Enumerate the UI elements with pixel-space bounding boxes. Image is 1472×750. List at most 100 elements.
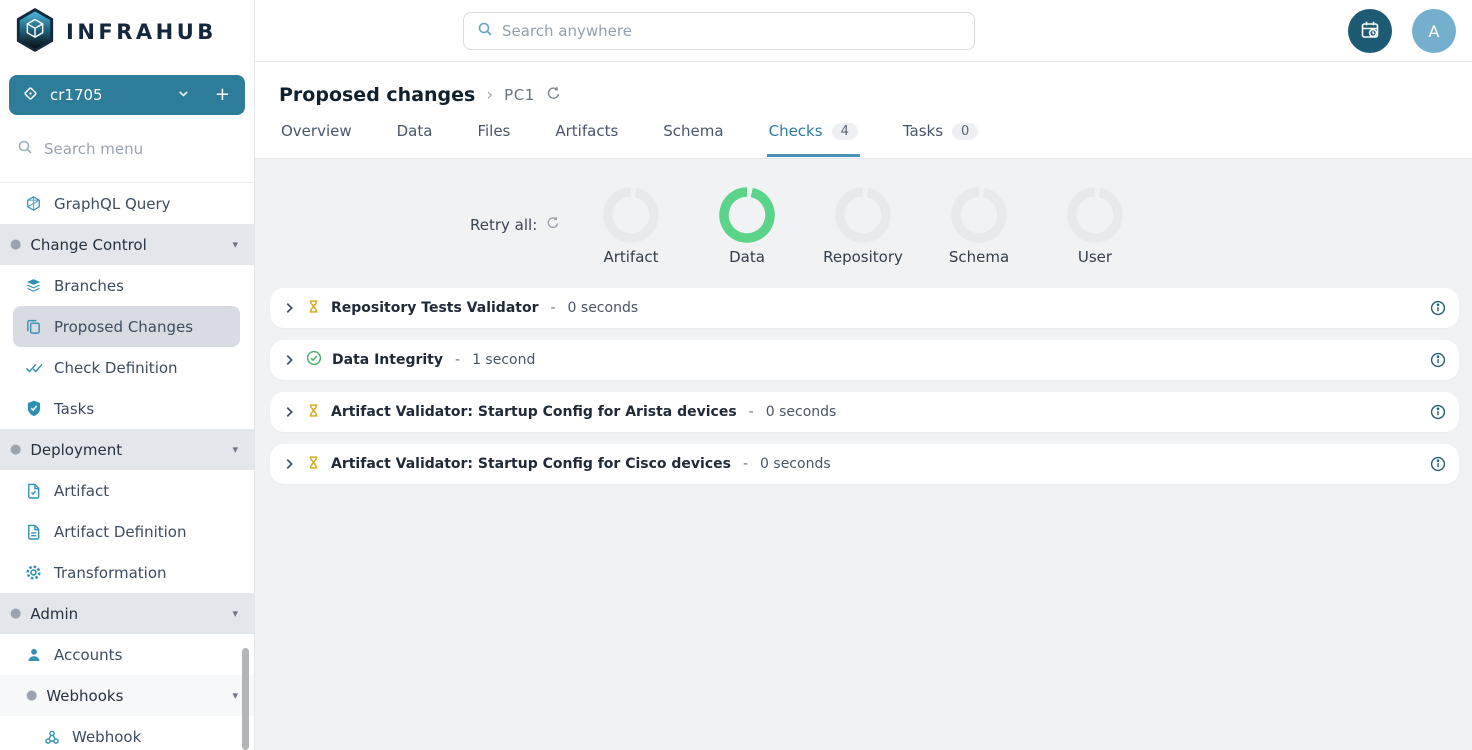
chevron-right-icon: › [486,85,493,105]
validator-duration: 0 seconds [568,300,639,316]
validator-title: Repository Tests Validator [331,300,538,316]
validator-row: Artifact Validator: Startup Config for A… [270,392,1459,432]
info-icon[interactable] [1430,352,1446,368]
separator: - [548,300,557,316]
search-icon [477,21,493,41]
sidebar-item-label: GraphQL Query [54,195,171,213]
validator-list: Repository Tests Validator - 0 seconds [270,288,1459,484]
chevron-down-icon: ▾ [232,443,238,456]
app-name: INFRAHUB [66,20,217,44]
hourglass-icon [306,403,321,422]
sidebar-item-artifact-definition[interactable]: Artifact Definition [0,511,254,552]
sidebar-item-label: Branches [54,277,124,295]
branch-selector[interactable]: cr1705 + [9,75,245,115]
sidebar-item-artifact[interactable]: Artifact [0,470,254,511]
chevron-down-icon[interactable] [177,87,190,103]
gear-icon [24,564,43,581]
validator-row: Repository Tests Validator - 0 seconds [270,288,1459,328]
refresh-icon[interactable] [546,216,560,234]
refresh-icon[interactable] [546,86,561,105]
validator-title: Data Integrity [332,352,443,368]
info-icon[interactable] [1430,404,1446,420]
sidebar-section-admin[interactable]: ● Admin ▾ [0,593,254,634]
category-artifact[interactable]: Artifact [573,187,689,266]
info-icon[interactable] [1430,300,1446,316]
infrahub-logo-icon [14,7,56,57]
avatar[interactable]: A [1412,9,1456,53]
category-repository[interactable]: Repository [805,187,921,266]
schedule-button[interactable] [1348,9,1392,53]
app-logo[interactable]: INFRAHUB [0,0,254,64]
bullet-icon: ● [26,688,37,703]
expand-chevron-icon[interactable] [282,457,296,471]
sidebar-search[interactable]: Search menu [0,115,254,183]
sidebar-item-label: Artifact [54,482,109,500]
category-data[interactable]: Data [689,187,805,266]
category-schema[interactable]: Schema [921,187,1037,266]
sidebar-item-label: Tasks [54,400,94,418]
sidebar: INFRAHUB cr1705 + Search menu [0,0,255,750]
info-icon[interactable] [1430,456,1446,472]
sidebar-item-proposed-changes[interactable]: Proposed Changes [13,306,240,347]
validator-title: Artifact Validator: Startup Config for C… [331,456,731,472]
sidebar-section-deployment[interactable]: ● Deployment ▾ [0,429,254,470]
global-search-input[interactable] [502,22,961,40]
tab-artifacts[interactable]: Artifacts [553,116,620,157]
tab-tasks[interactable]: Tasks 0 [901,116,980,157]
sidebar-item-tasks[interactable]: Tasks [0,388,254,429]
sidebar-search-placeholder: Search menu [44,140,143,158]
sidebar-item-transformation[interactable]: Transformation [0,552,254,593]
chevron-down-icon: ▾ [232,238,238,251]
sidebar-item-webhook[interactable]: Webhook [0,716,254,750]
sidebar-section-change-control[interactable]: ● Change Control ▾ [0,224,254,265]
chevron-down-icon: ▾ [232,689,238,702]
bullet-icon: ● [10,442,21,457]
add-branch-button[interactable]: + [201,86,232,104]
hourglass-icon [306,299,321,318]
category-label: Artifact [603,248,658,266]
sidebar-item-branches[interactable]: Branches [0,265,254,306]
validator-duration: 1 second [472,352,535,368]
category-label: Repository [823,248,903,266]
sidebar-item-accounts[interactable]: Accounts [0,634,254,675]
bullet-icon: ● [10,606,21,621]
sidebar-scrollbar[interactable] [242,648,249,750]
search-icon [17,139,33,159]
global-search[interactable] [463,12,975,50]
sidebar-section-label: Change Control [30,236,146,254]
branch-icon [22,85,39,106]
retry-all-label: Retry all: [470,216,537,234]
hourglass-icon [306,455,321,474]
tab-overview[interactable]: Overview [279,116,354,157]
validator-row: Data Integrity - 1 second [270,340,1459,380]
category-label: User [1078,248,1112,266]
expand-chevron-icon[interactable] [282,405,296,419]
checks-summary: Retry all: Artifact Data [255,187,1472,267]
tab-schema[interactable]: Schema [661,116,725,157]
topbar: A [255,0,1472,62]
expand-chevron-icon[interactable] [282,301,296,315]
sidebar-item-check-definition[interactable]: Check Definition [0,347,254,388]
separator: - [741,456,750,472]
tab-checks[interactable]: Checks 4 [767,116,860,157]
sidebar-item-label: Transformation [54,564,167,582]
graphql-icon [24,195,43,212]
sidebar-item-label: Artifact Definition [54,523,186,541]
sidebar-item-label: Webhook [72,728,141,746]
breadcrumb-root[interactable]: Proposed changes [279,84,475,106]
sidebar-nav: GraphQL Query ● Change Control ▾ Branche… [0,183,254,750]
expand-chevron-icon[interactable] [282,353,296,367]
sidebar-item-graphql-query[interactable]: GraphQL Query [0,183,254,224]
checks-count-badge: 4 [832,123,858,140]
app-window: INFRAHUB cr1705 + Search menu [0,0,1472,750]
chevron-down-icon: ▾ [232,607,238,620]
proposed-changes-icon [24,318,43,335]
category-user[interactable]: User [1037,187,1153,266]
sidebar-item-label: Proposed Changes [54,318,193,336]
sidebar-section-webhooks[interactable]: ● Webhooks ▾ [0,675,254,716]
tasks-shield-icon [24,400,43,417]
tab-data[interactable]: Data [395,116,435,157]
tab-files[interactable]: Files [475,116,512,157]
webhook-icon [42,729,61,745]
bullet-icon: ● [10,237,21,252]
